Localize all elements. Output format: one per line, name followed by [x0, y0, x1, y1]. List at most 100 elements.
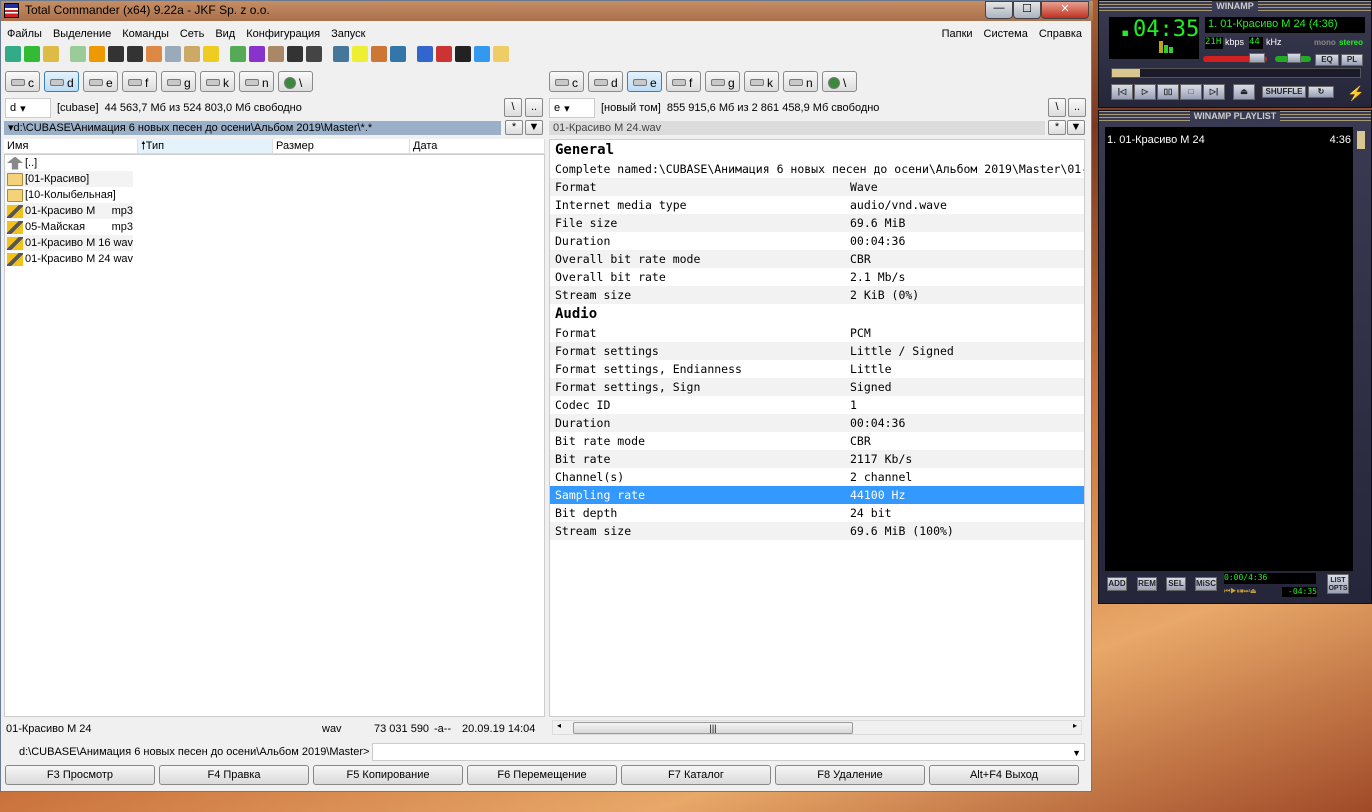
drive-button-n[interactable]: n: [783, 71, 818, 92]
info-row[interactable]: Overall bit rate 2.1 Mb/s: [550, 268, 1084, 286]
previous-button[interactable]: |◁: [1111, 84, 1133, 100]
history-button[interactable]: *: [505, 120, 523, 135]
toolbar-button-icon[interactable]: [268, 46, 284, 62]
horizontal-scrollbar[interactable]: ◂ ||| ▸: [552, 720, 1082, 735]
toolbar-button-icon[interactable]: [417, 46, 433, 62]
right-drive-select[interactable]: e ▾: [549, 98, 595, 118]
add-button[interactable]: ADD: [1107, 577, 1127, 591]
eject-button[interactable]: ⏏: [1233, 84, 1255, 100]
info-row[interactable]: Format settings Little / Signed: [550, 342, 1084, 360]
toolbar-button-icon[interactable]: [24, 46, 40, 62]
command-input[interactable]: ▼: [372, 743, 1085, 761]
menu-item[interactable]: Команды: [122, 25, 176, 45]
pl-button[interactable]: PL: [1341, 54, 1363, 66]
eq-button[interactable]: EQ: [1315, 54, 1339, 66]
scrollbar-thumb[interactable]: |||: [573, 722, 853, 734]
fkey-button-9[interactable]: Alt+F4 Выход: [929, 765, 1079, 785]
column-size[interactable]: Размер: [273, 139, 410, 153]
balance-thumb[interactable]: [1287, 53, 1301, 63]
list-opts-button[interactable]: LIST OPTS: [1327, 574, 1349, 594]
toolbar-button-icon[interactable]: [493, 46, 509, 62]
root-button[interactable]: \: [504, 98, 522, 117]
info-row[interactable]: Bit depth 24 bit: [550, 504, 1084, 522]
file-row[interactable]: 05-Майская mp3: [5, 219, 133, 235]
toolbar-button-icon[interactable]: [127, 46, 143, 62]
drive-button-c[interactable]: c: [5, 71, 40, 92]
column-type[interactable]: 🠕Тип: [138, 139, 273, 153]
play-button[interactable]: ▷: [1134, 84, 1156, 100]
toolbar-button-icon[interactable]: [184, 46, 200, 62]
stop-button[interactable]: □: [1180, 84, 1202, 100]
minimize-button[interactable]: —: [985, 1, 1013, 19]
root-button[interactable]: \: [1048, 98, 1066, 117]
info-row[interactable]: Format PCM: [550, 324, 1084, 342]
drive-button-g[interactable]: g: [161, 71, 196, 92]
info-row[interactable]: Codec ID 1: [550, 396, 1084, 414]
menu-item[interactable]: Папки: [942, 25, 980, 45]
mini-transport-controls[interactable]: ⏮▶⏸⏹⏭⏏: [1224, 587, 1256, 596]
fkey-button-4[interactable]: F4 Правка: [159, 765, 309, 785]
chevron-down-icon[interactable]: ▼: [525, 120, 543, 135]
winamp-logo-icon[interactable]: ⚡: [1347, 85, 1364, 102]
left-path-bar[interactable]: ▾d:\CUBASE\Анимация 6 новых песен до осе…: [4, 121, 501, 135]
menu-item[interactable]: Конфигурация: [246, 25, 327, 45]
drive-button-d[interactable]: d: [44, 71, 79, 92]
toolbar-button-icon[interactable]: [371, 46, 387, 62]
playlist-item[interactable]: 1. 01-Красиво М 24 4:36: [1105, 127, 1353, 153]
history-button[interactable]: *: [1048, 120, 1066, 135]
next-button[interactable]: ▷|: [1203, 84, 1225, 100]
toolbar-button-icon[interactable]: [5, 46, 21, 62]
playlist-scrollbar[interactable]: [1357, 131, 1365, 149]
drive-button-f[interactable]: f: [122, 71, 157, 92]
parent-button[interactable]: ..: [525, 98, 543, 117]
track-title-display[interactable]: 1. 01-Красиво М 24 (4:36): [1205, 17, 1365, 33]
toolbar-button-icon[interactable]: [287, 46, 303, 62]
rem-button[interactable]: REM: [1137, 577, 1157, 591]
drive-button-g[interactable]: g: [705, 71, 740, 92]
info-row[interactable]: Channel(s) 2 channel: [550, 468, 1084, 486]
fkey-button-3[interactable]: F3 Просмотр: [5, 765, 155, 785]
drive-button-network[interactable]: \: [278, 71, 313, 92]
sel-button[interactable]: SEL: [1166, 577, 1186, 591]
info-row[interactable]: Format Wave: [550, 178, 1084, 196]
shuffle-button[interactable]: SHUFFLE: [1262, 86, 1306, 98]
toolbar-button-icon[interactable]: [108, 46, 124, 62]
info-row[interactable]: Duration 00:04:36: [550, 414, 1084, 432]
info-row[interactable]: Internet media type audio/vnd.wave: [550, 196, 1084, 214]
right-path-bar[interactable]: 01-Красиво М 24.wav: [549, 121, 1045, 135]
fkey-button-6[interactable]: F6 Перемещение: [467, 765, 617, 785]
drive-button-d[interactable]: d: [588, 71, 623, 92]
drive-button-f[interactable]: f: [666, 71, 701, 92]
menu-item[interactable]: Запуск: [331, 25, 372, 45]
toolbar-button-icon[interactable]: [146, 46, 162, 62]
file-row[interactable]: 01-Красиво М 16 wav: [5, 235, 133, 251]
pause-button[interactable]: ▯▯: [1157, 84, 1179, 100]
close-button[interactable]: ✕: [1041, 1, 1089, 19]
info-row[interactable]: Overall bit rate mode CBR: [550, 250, 1084, 268]
toolbar-button-icon[interactable]: [203, 46, 219, 62]
file-row[interactable]: 01-Красиво М 24 wav: [5, 251, 133, 267]
toolbar-button-icon[interactable]: [352, 46, 368, 62]
parent-button[interactable]: ..: [1068, 98, 1086, 117]
drive-button-k[interactable]: k: [200, 71, 235, 92]
repeat-button[interactable]: ↻: [1308, 86, 1334, 98]
drive-button-n[interactable]: n: [239, 71, 274, 92]
chevron-down-icon[interactable]: ▼: [1067, 120, 1085, 135]
drive-button-c[interactable]: c: [549, 71, 584, 92]
maximize-button[interactable]: ☐: [1013, 1, 1041, 19]
file-row[interactable]: [01-Красиво]: [5, 171, 133, 187]
toolbar-button-icon[interactable]: [70, 46, 86, 62]
file-row[interactable]: [10-Колыбельная]: [5, 187, 133, 203]
drive-button-k[interactable]: k: [744, 71, 779, 92]
info-row[interactable]: Stream size 69.6 MiB (100%): [550, 522, 1084, 540]
menu-item[interactable]: Сеть: [180, 25, 211, 45]
left-drive-select[interactable]: d ▾: [5, 98, 51, 118]
info-row[interactable]: File size 69.6 MiB: [550, 214, 1084, 232]
info-row[interactable]: Format settings, Sign Signed: [550, 378, 1084, 396]
drive-button-e[interactable]: e: [83, 71, 118, 92]
toolbar-button-icon[interactable]: [306, 46, 322, 62]
menu-item[interactable]: Система: [984, 25, 1035, 45]
drive-button-network[interactable]: \: [822, 71, 857, 92]
menu-item[interactable]: Выделение: [53, 25, 118, 45]
info-row[interactable]: Complete name d:\CUBASE\Анимация 6 новых …: [550, 160, 1084, 178]
